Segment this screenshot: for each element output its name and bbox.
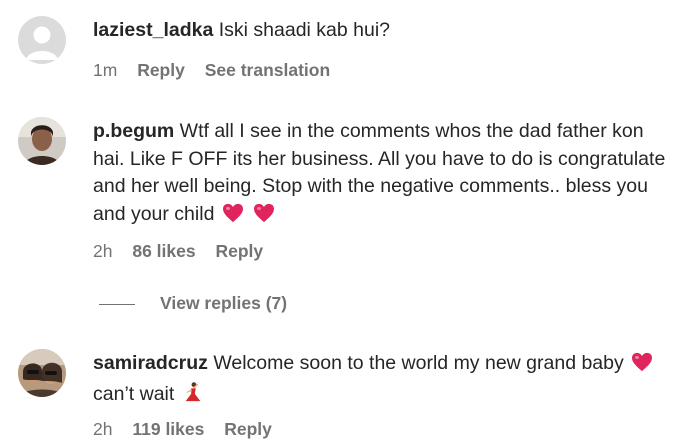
comment-timestamp: 1m [93,60,118,80]
divider-line [99,303,135,305]
red-heart-icon [631,352,653,381]
comment-text: laziest_ladka Iski shaadi kab hui? [93,17,668,45]
comment-content: Wtf all I see in the comments whos the d… [93,120,666,225]
reply-button[interactable]: Reply [224,419,272,439]
comment-meta: 2h 119 likes Reply [93,419,287,440]
reply-button[interactable]: Reply [215,241,263,261]
see-translation-button[interactable]: See translation [205,60,330,80]
profile-photo-icon[interactable] [18,349,66,397]
comment-meta: 1m Reply See translation [93,60,345,81]
comment-body: laziest_ladka Iski shaadi kab hui? [93,17,668,45]
comment-username[interactable]: p.begum [93,120,174,142]
dancing-woman-icon [182,381,204,412]
comment-content: Iski shaadi kab hui? [218,19,391,41]
comment-timestamp: 2h [93,241,113,261]
comment-timestamp: 2h [93,419,113,439]
default-avatar-icon[interactable] [18,16,66,64]
comment-text: p.begum Wtf all I see in the comments wh… [93,118,668,231]
profile-photo-icon[interactable] [18,117,66,165]
comment-text: samiradcruz Welcome soon to the world my… [93,350,668,411]
comment-username[interactable]: samiradcruz [93,352,208,374]
comment-content: Welcome soon to the world my new grand b… [213,352,624,374]
view-replies-button[interactable]: View replies (7) [99,293,287,314]
reply-button[interactable]: Reply [137,60,185,80]
comment-body: p.begum Wtf all I see in the comments wh… [93,118,668,231]
likes-count[interactable]: 86 likes [132,241,195,261]
comment-body: samiradcruz Welcome soon to the world my… [93,350,668,411]
comment-content-continued: can’t wait [93,382,175,405]
red-heart-icon [222,203,244,232]
view-replies-label: View replies (7) [160,293,288,313]
red-heart-icon [253,203,275,232]
comment-username[interactable]: laziest_ladka [93,19,213,41]
comment-meta: 2h 86 likes Reply [93,241,278,262]
likes-count[interactable]: 119 likes [132,419,204,439]
